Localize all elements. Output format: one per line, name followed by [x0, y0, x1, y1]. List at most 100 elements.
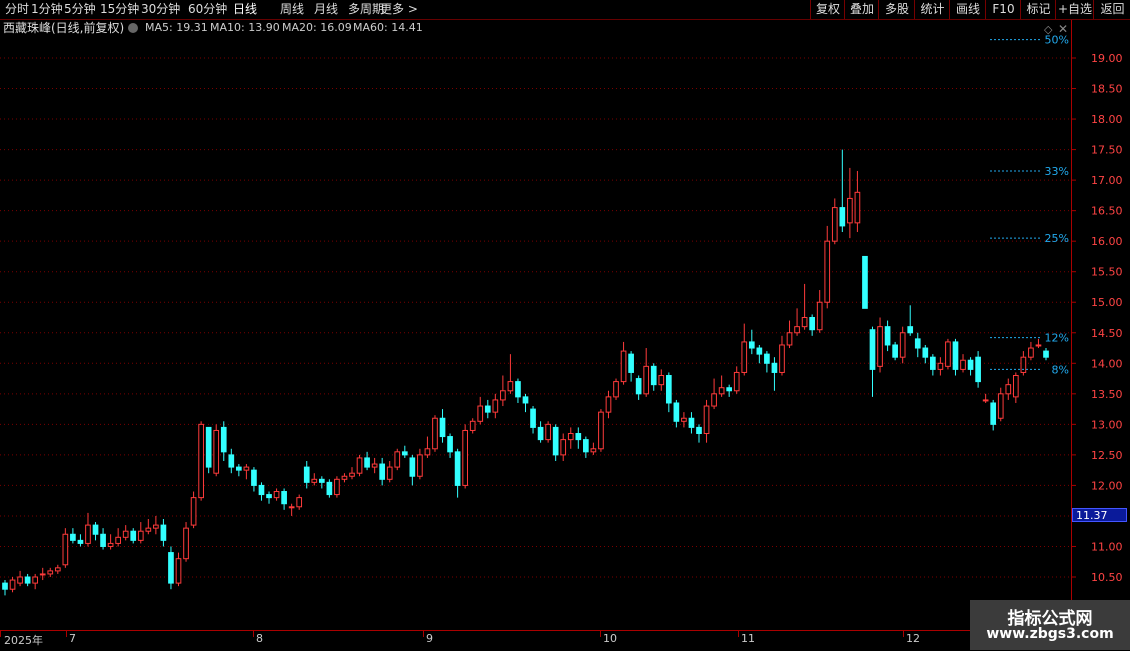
candle-body — [1005, 384, 1012, 395]
candle-body — [447, 436, 453, 453]
toolbar-button-2[interactable]: 多股 — [878, 0, 915, 19]
candle-body — [281, 491, 287, 505]
candle-body — [424, 448, 431, 456]
candle-body — [560, 439, 567, 456]
candle-body — [854, 191, 861, 224]
period-tab-9[interactable]: 多周期 — [348, 1, 384, 17]
candle-body — [492, 399, 499, 413]
period-tab-5[interactable]: 60分钟 — [188, 1, 227, 17]
toolbar-button-0[interactable]: 复权 — [810, 0, 845, 19]
period-tab-8[interactable]: 月线 — [314, 1, 338, 17]
candle-body — [726, 387, 733, 392]
candle-body — [296, 497, 303, 508]
candle-body — [711, 393, 717, 407]
x-tick — [253, 631, 254, 637]
pct-label: 50% — [1045, 34, 1069, 47]
kline-chart[interactable]: 19.00 18.50 18.00 17.50 17.00 16.50 16.00 15.50… — [0, 20, 1130, 630]
candle-body — [741, 341, 748, 373]
x-axis-label: 8 — [256, 632, 263, 645]
candle-body — [786, 332, 793, 346]
candle-body — [748, 341, 755, 349]
y-tick-label: 17.50 — [1091, 144, 1123, 157]
toolbar-button-3[interactable]: 统计 — [914, 0, 950, 19]
candle-body — [77, 539, 84, 544]
candle-body — [39, 573, 46, 576]
x-axis-label: 11 — [741, 632, 755, 645]
candle-body — [537, 426, 544, 441]
candle-body — [288, 506, 295, 509]
toolbar-button-6[interactable]: 标记 — [1020, 0, 1056, 19]
candle-body — [130, 530, 137, 541]
period-tab-2[interactable]: 5分钟 — [64, 1, 96, 17]
candle-body — [220, 426, 227, 453]
candle-body — [613, 381, 619, 398]
candle-body — [831, 207, 838, 242]
candle-body — [115, 536, 121, 544]
x-tick — [0, 631, 1, 637]
period-tab-7[interactable]: 周线 — [280, 1, 304, 17]
candle-body — [869, 329, 876, 370]
candle-body — [417, 454, 423, 477]
candle-body — [356, 457, 363, 474]
candle-body — [153, 524, 159, 529]
candle-body — [650, 365, 657, 386]
candle-body — [92, 524, 99, 535]
period-tab-6[interactable]: 日线 — [233, 1, 257, 17]
period-tab-4[interactable]: 30分钟 — [141, 1, 180, 17]
candle-body — [477, 405, 484, 422]
pct-label: 8% — [1052, 363, 1069, 376]
y-tick-label: 16.00 — [1091, 235, 1123, 248]
y-tick-label: 14.00 — [1091, 357, 1123, 370]
candle-body — [251, 469, 257, 486]
period-tab-10[interactable]: 更多 > — [380, 1, 418, 17]
candle-body — [160, 524, 167, 541]
candle-body — [341, 475, 348, 480]
x-axis-label: 2025年 — [4, 634, 43, 647]
period-tab-1[interactable]: 1分钟 — [31, 1, 63, 17]
candle-body — [1043, 350, 1049, 358]
toolbar-button-4[interactable]: 画线 — [949, 0, 986, 19]
candle-body — [794, 326, 800, 334]
y-tick-label: 12.50 — [1091, 449, 1123, 462]
candle-body — [47, 570, 54, 575]
candle-body — [877, 326, 883, 367]
candle-body — [997, 393, 1004, 419]
candle-body — [839, 207, 846, 227]
candle-body — [945, 341, 951, 367]
candle-body — [311, 478, 318, 483]
toolbar-button-7[interactable]: +自选 — [1055, 0, 1094, 19]
candle-body — [100, 533, 106, 547]
candle-body — [530, 408, 536, 428]
candle-body — [236, 466, 242, 471]
candle-body — [379, 463, 386, 480]
candle-body — [914, 338, 921, 349]
candle-body — [2, 582, 8, 590]
candle-body — [228, 454, 235, 468]
period-tab-3[interactable]: 15分钟 — [100, 1, 139, 17]
candle-body — [628, 353, 634, 373]
candle-body — [522, 396, 529, 404]
toolbar-button-5[interactable]: F10 — [985, 0, 1021, 19]
period-tab-0[interactable]: 分时 — [5, 1, 29, 17]
period-toolbar: 分时 1分钟 5分钟 15分钟 30分钟 60分钟 日线 周线 月线 多周期 更多 > 复权 叠加 多股统… — [0, 0, 1130, 20]
candle-body — [884, 326, 891, 346]
candle-body — [145, 527, 152, 532]
candle-body — [54, 567, 61, 572]
candle-body — [764, 353, 770, 364]
candle-body — [175, 558, 182, 584]
candle-body — [318, 478, 325, 483]
candle-body — [24, 576, 31, 584]
toolbar-button-8[interactable]: 返回 — [1093, 0, 1130, 19]
candle-body — [122, 530, 129, 538]
candle-body — [545, 423, 551, 441]
candle-body — [85, 524, 91, 544]
toolbar-button-1[interactable]: 叠加 — [844, 0, 879, 19]
candle-body — [990, 402, 997, 425]
candle-body — [733, 371, 740, 392]
candle-body — [665, 375, 672, 404]
candle-body — [326, 481, 333, 496]
candle-body — [334, 478, 340, 496]
candle-body — [718, 387, 725, 395]
y-axis-border — [1071, 20, 1072, 630]
candle-body — [469, 420, 476, 431]
